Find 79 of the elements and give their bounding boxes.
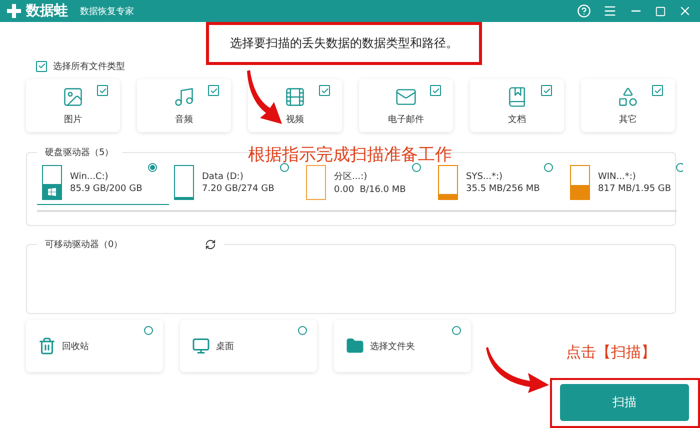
file-type-label: 其它 bbox=[619, 114, 637, 126]
file-type-card[interactable]: 音频 bbox=[137, 79, 231, 132]
drive-item[interactable]: Win...C:) 85.9 GB/200 GB bbox=[37, 161, 169, 205]
drive-usage: 85.9 GB/200 GB bbox=[70, 184, 142, 194]
checkbox[interactable] bbox=[541, 85, 552, 96]
radio-button[interactable] bbox=[280, 163, 289, 172]
section-title: 硬盘驱动器（5） bbox=[45, 146, 114, 159]
drive-usage: 817 MB/1.95 GB bbox=[598, 184, 672, 194]
instruction-text: 选择要扫描的丢失数据的数据类型和路径。 bbox=[230, 35, 458, 52]
drive-item[interactable]: WIN...*:) 817 MB/1.95 GB bbox=[565, 161, 683, 205]
menu-icon bbox=[603, 4, 617, 18]
arrow-drawing bbox=[486, 345, 550, 393]
checkbox[interactable] bbox=[652, 85, 663, 96]
radio-button[interactable] bbox=[298, 326, 307, 335]
monitor-icon bbox=[192, 337, 210, 355]
book-icon bbox=[506, 86, 528, 108]
radio-button[interactable] bbox=[544, 163, 553, 172]
file-type-label: 视频 bbox=[286, 114, 304, 126]
checkbox[interactable] bbox=[319, 85, 330, 96]
scrollbar[interactable] bbox=[37, 210, 677, 212]
file-type-label: 图片 bbox=[64, 114, 82, 126]
refresh-icon[interactable] bbox=[204, 239, 216, 250]
location-label: 选择文件夹 bbox=[370, 340, 415, 352]
radio-button[interactable] bbox=[412, 163, 421, 172]
folder-icon bbox=[346, 337, 364, 355]
drive-name: Win...C:) bbox=[70, 172, 110, 182]
radio-button[interactable] bbox=[148, 163, 157, 172]
drive-item[interactable]: SYS...*:) 35.5 MB/256 MB bbox=[433, 161, 565, 205]
app-subtitle: 数据恢复专家 bbox=[80, 6, 134, 18]
checkbox[interactable] bbox=[430, 85, 441, 96]
file-type-label: 文档 bbox=[508, 114, 526, 126]
location-card[interactable]: 桌面 bbox=[180, 320, 317, 372]
drive-item[interactable]: Data (D:) 7.20 GB/274 GB bbox=[169, 161, 301, 205]
radio-button[interactable] bbox=[144, 326, 153, 335]
location-card[interactable]: 回收站 bbox=[26, 320, 163, 372]
windows-logo-icon bbox=[48, 188, 56, 196]
drive-name: 分区...:) bbox=[334, 170, 368, 183]
arrow-drawing bbox=[246, 68, 284, 126]
annotation-note: 点击【扫描】 bbox=[566, 345, 656, 360]
close-button[interactable] bbox=[678, 4, 692, 18]
radio-button[interactable] bbox=[676, 163, 683, 172]
file-type-label: 电子邮件 bbox=[388, 114, 424, 126]
drive-usage: 35.5 MB/256 MB bbox=[466, 184, 540, 194]
image-icon bbox=[62, 86, 84, 108]
drive-item[interactable]: 分区...:) 0.00 B/16.0 MB bbox=[301, 161, 433, 205]
file-type-card[interactable]: 电子邮件 bbox=[359, 79, 453, 132]
annotation-note: 根据指示完成扫描准备工作 bbox=[248, 147, 452, 164]
radio-button[interactable] bbox=[452, 326, 461, 335]
section-title: 可移动驱动器（0） bbox=[45, 238, 123, 251]
music-icon bbox=[173, 86, 195, 108]
select-all-label: 选择所有文件类型 bbox=[53, 60, 125, 72]
file-type-label: 音频 bbox=[175, 114, 193, 126]
drive-name: Data (D:) bbox=[202, 172, 244, 182]
help-icon bbox=[577, 4, 591, 18]
checkbox[interactable] bbox=[36, 60, 47, 72]
trash-icon bbox=[38, 337, 56, 355]
location-label: 回收站 bbox=[62, 340, 89, 352]
drive-name: WIN...*:) bbox=[598, 172, 637, 182]
file-type-card[interactable]: 文档 bbox=[470, 79, 564, 132]
menu-button[interactable] bbox=[603, 4, 617, 18]
checkbox[interactable] bbox=[97, 85, 108, 96]
drive-usage: 0.00 B/16.0 MB bbox=[334, 185, 406, 195]
file-type-card[interactable]: 图片 bbox=[26, 79, 120, 132]
file-type-card[interactable]: 其它 bbox=[581, 79, 675, 132]
location-label: 桌面 bbox=[216, 340, 234, 352]
maximize-icon bbox=[655, 6, 666, 16]
help-button[interactable] bbox=[577, 4, 591, 18]
close-icon bbox=[678, 4, 692, 18]
app-name: 数据蛙 bbox=[26, 2, 68, 20]
scan-button[interactable]: 扫描 bbox=[560, 384, 689, 421]
shapes-icon bbox=[617, 86, 639, 108]
drive-name: SYS...*:) bbox=[466, 172, 504, 182]
location-card[interactable]: 选择文件夹 bbox=[334, 320, 471, 372]
film-icon bbox=[284, 86, 306, 108]
maximize-button[interactable] bbox=[655, 6, 666, 16]
logo-icon bbox=[6, 3, 22, 19]
file-type-card[interactable]: 视频 bbox=[248, 79, 342, 132]
checkbox[interactable] bbox=[208, 85, 219, 96]
drive-usage: 7.20 GB/274 GB bbox=[202, 184, 274, 194]
